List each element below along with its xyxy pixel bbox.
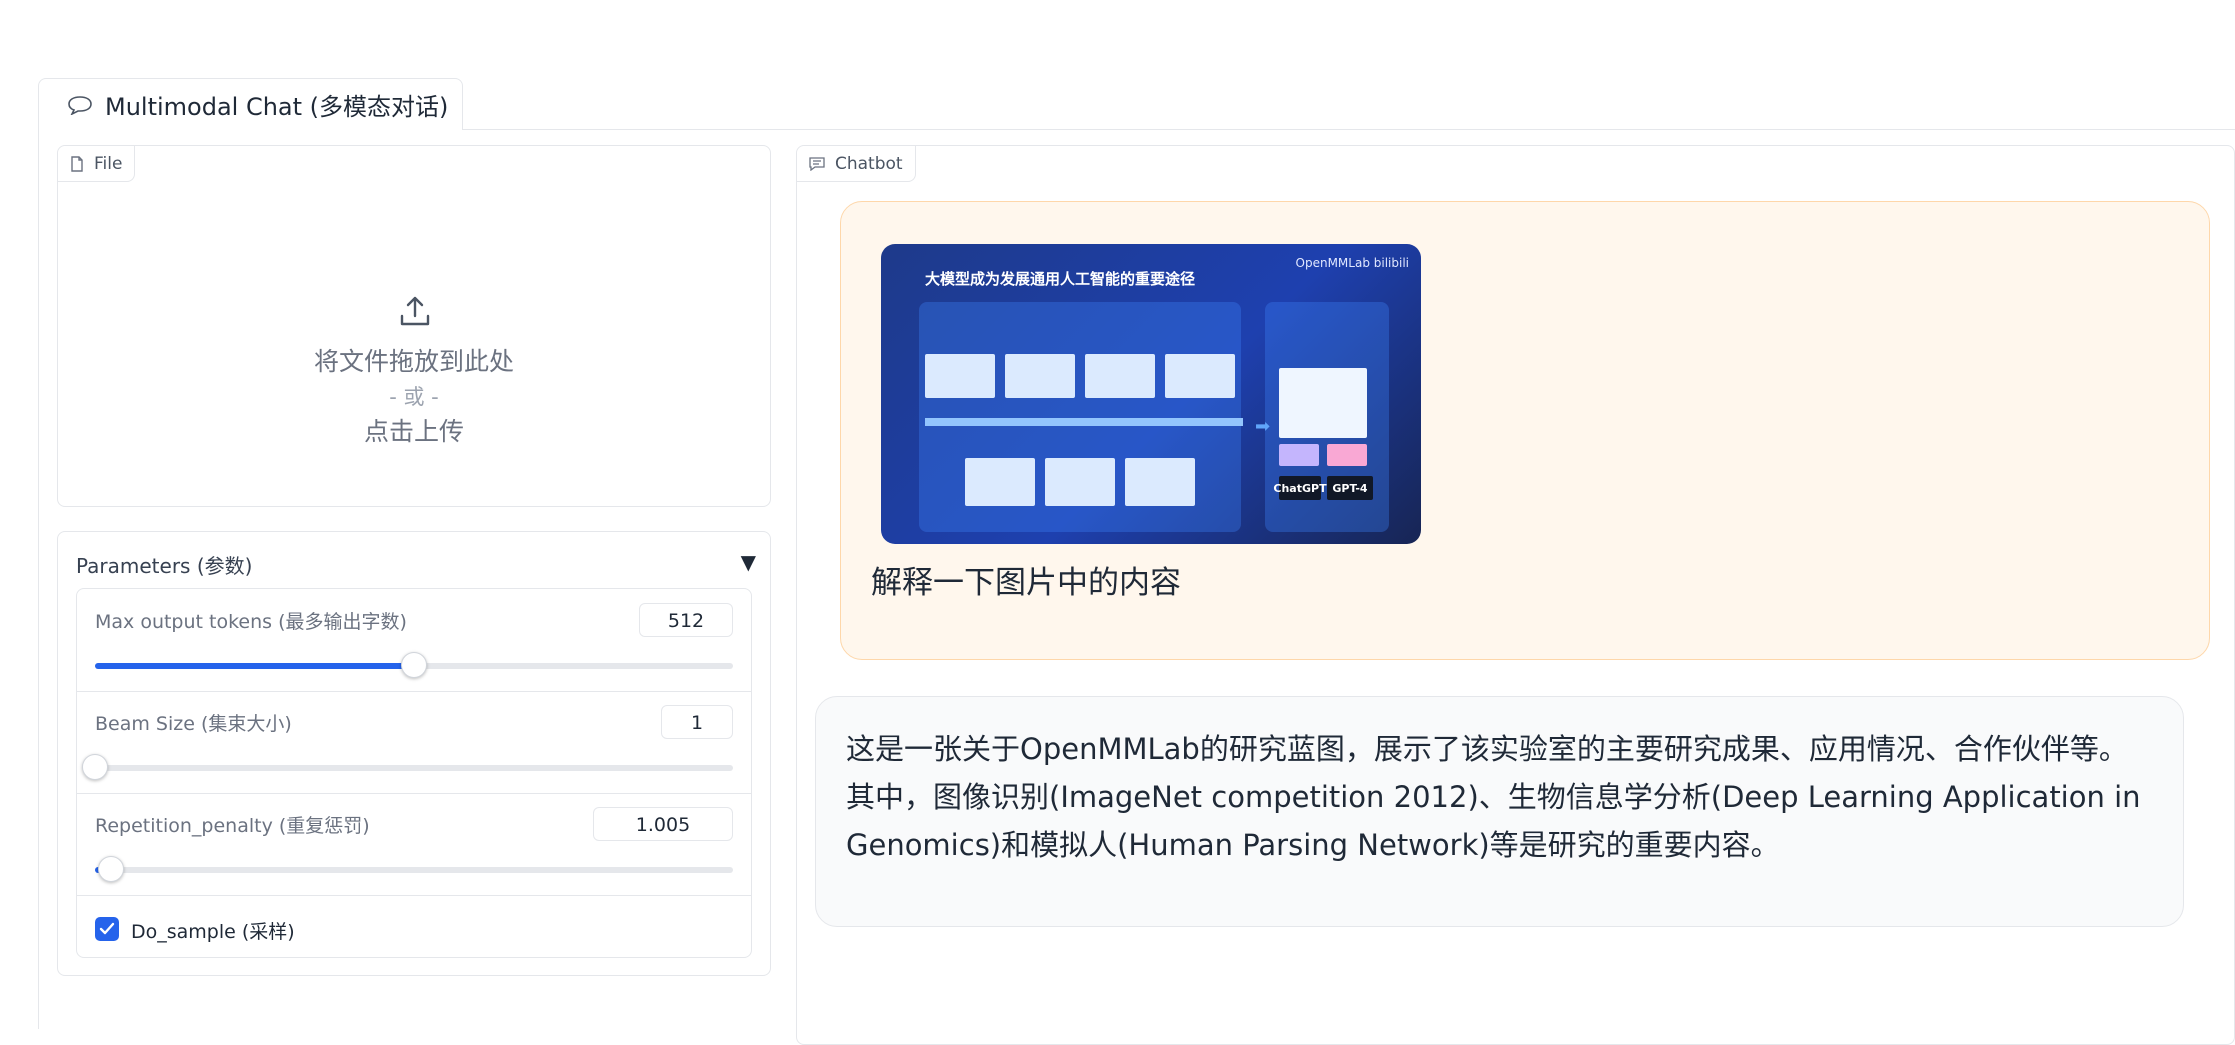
image-tile xyxy=(1327,444,1367,466)
image-timeline-bar xyxy=(925,418,1243,426)
user-message-text: 解释一下图片中的内容 xyxy=(871,565,1181,601)
repetition-penalty-track[interactable] xyxy=(95,856,733,882)
image-diagram-tile xyxy=(1279,368,1367,438)
chatbot-block: Chatbot 大模型成为发展通用人工智能的重要途径 OpenMMLab bil… xyxy=(796,145,2235,1045)
upload-icon xyxy=(400,296,430,326)
tab-strip: Multimodal Chat (多模态对话) xyxy=(38,78,2235,130)
bot-message: 这是一张关于OpenMMLab的研究蓝图，展示了该实验室的主要研究成果、应用情况… xyxy=(815,696,2184,927)
image-tile xyxy=(1279,444,1319,466)
image-tile xyxy=(1045,458,1115,506)
file-icon xyxy=(71,155,83,172)
image-tile xyxy=(1125,458,1195,506)
beam-size-thumb[interactable] xyxy=(82,754,108,780)
max-tokens-track[interactable] xyxy=(95,652,733,678)
max-tokens-fill xyxy=(95,663,414,669)
parameters-title[interactable]: Parameters (参数) xyxy=(76,550,252,579)
image-tile xyxy=(1165,354,1235,398)
do-sample-checkbox[interactable] xyxy=(95,917,119,941)
file-label-text: File xyxy=(94,153,123,174)
image-tile xyxy=(925,354,995,398)
parameters-panel: Max output tokens (最多输出字数) 512 Beam Size… xyxy=(76,588,752,958)
accordion-toggle-icon[interactable]: ▼ xyxy=(741,550,756,574)
beam-size-slider-block: Beam Size (集束大小) 1 xyxy=(77,691,751,794)
max-tokens-input[interactable]: 512 xyxy=(639,603,733,637)
max-tokens-slider-block: Max output tokens (最多输出字数) 512 xyxy=(77,589,751,692)
bot-message-text: 这是一张关于OpenMMLab的研究蓝图，展示了该实验室的主要研究成果、应用情况… xyxy=(846,732,2141,862)
repetition-penalty-input[interactable]: 1.005 xyxy=(593,807,733,841)
file-drop-zone[interactable]: 将文件拖放到此处 - 或 - 点击上传 xyxy=(58,182,770,506)
beam-size-input[interactable]: 1 xyxy=(661,705,733,739)
parameters-accordion: Parameters (参数) ▼ Max output tokens (最多输… xyxy=(57,531,771,976)
gpt4-chip: GPT-4 xyxy=(1327,476,1373,500)
do-sample-row: Do_sample (采样) xyxy=(77,895,751,957)
user-message-image[interactable]: 大模型成为发展通用人工智能的重要途径 OpenMMLab bilibili ➡ … xyxy=(881,244,1421,544)
image-arrow-icon: ➡ xyxy=(1255,416,1271,437)
chat-bubble-icon xyxy=(68,95,92,115)
file-block-label: File xyxy=(58,146,136,182)
beam-size-track[interactable] xyxy=(82,754,733,780)
beam-size-label: Beam Size (集束大小) xyxy=(95,713,292,735)
image-tile xyxy=(1085,354,1155,398)
image-title-text: 大模型成为发展通用人工智能的重要途径 xyxy=(925,270,1196,288)
chatgpt-chip: ChatGPT xyxy=(1273,476,1327,500)
repetition-penalty-label: Repetition_penalty (重复惩罚) xyxy=(95,815,370,837)
file-upload-block: File 将文件拖放到此处 - 或 - 点击上传 xyxy=(57,145,771,507)
chat-icon xyxy=(809,156,825,171)
drop-text: 将文件拖放到此处 xyxy=(313,347,514,376)
image-tile xyxy=(965,458,1035,506)
or-text: - 或 - xyxy=(389,385,439,409)
image-logo-text: OpenMMLab bilibili xyxy=(1295,256,1409,270)
repetition-penalty-slider-block: Repetition_penalty (重复惩罚) 1.005 xyxy=(77,793,751,896)
checkmark-icon xyxy=(99,922,115,935)
chatbot-block-label: Chatbot xyxy=(797,146,916,182)
max-tokens-label: Max output tokens (最多输出字数) xyxy=(95,611,407,633)
click-upload-text[interactable]: 点击上传 xyxy=(58,412,770,448)
tab-label: Multimodal Chat (多模态对话) xyxy=(105,93,449,121)
do-sample-label[interactable]: Do_sample (采样) xyxy=(131,917,295,944)
tab-multimodal-chat[interactable]: Multimodal Chat (多模态对话) xyxy=(38,78,463,130)
max-tokens-thumb[interactable] xyxy=(401,652,427,678)
repetition-penalty-thumb[interactable] xyxy=(97,856,124,882)
image-tile xyxy=(1005,354,1075,398)
chatbot-label-text: Chatbot xyxy=(835,153,903,174)
user-message: 大模型成为发展通用人工智能的重要途径 OpenMMLab bilibili ➡ … xyxy=(840,201,2210,660)
